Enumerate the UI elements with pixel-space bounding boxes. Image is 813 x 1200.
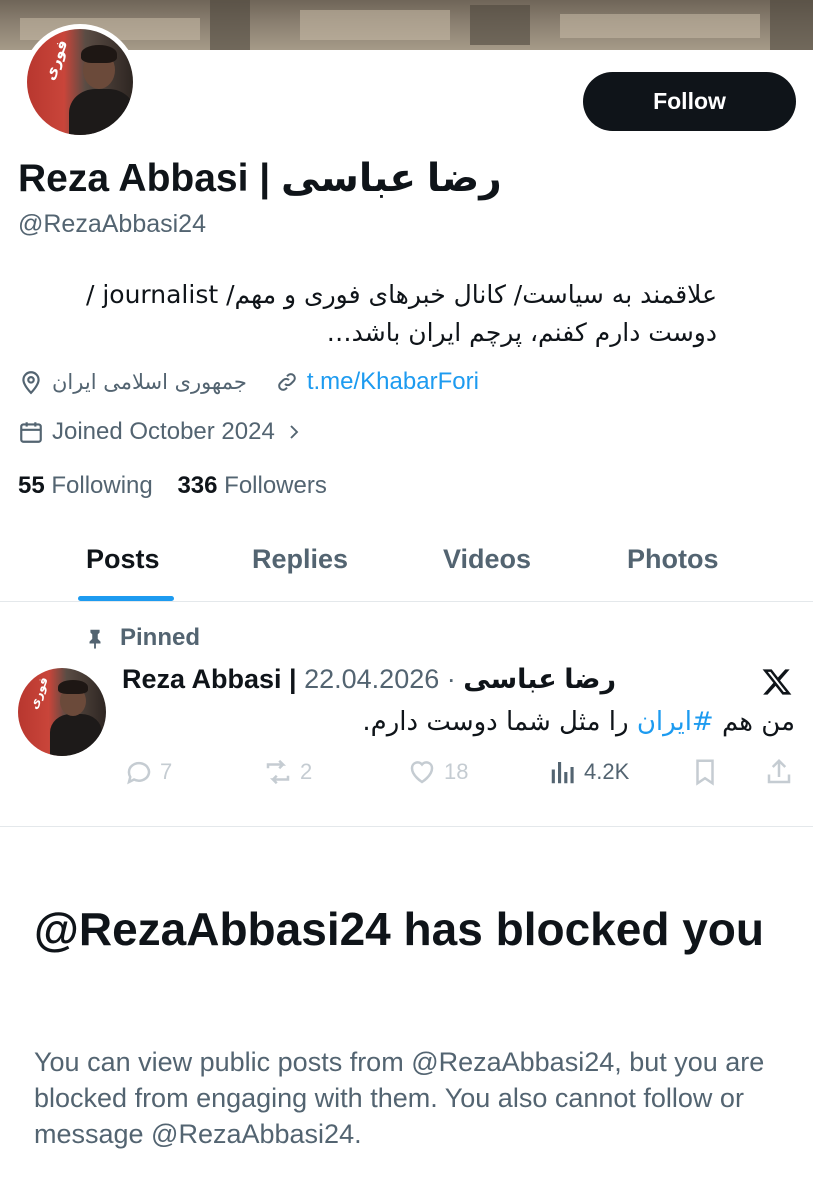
- blocked-title: @RezaAbbasi24 has blocked you: [34, 903, 764, 955]
- post-text: من هم #ایران را مثل شما دوست دارم.: [362, 707, 795, 737]
- profile-meta-location-link: جمهوری اسلامی ایران t.me/KhabarFori: [18, 368, 479, 396]
- tab-posts[interactable]: Posts: [86, 544, 160, 575]
- profile-avatar[interactable]: فوری: [22, 24, 138, 140]
- share-button[interactable]: [764, 757, 800, 787]
- blocked-description: You can view public posts from @RezaAbba…: [34, 1047, 765, 1149]
- reply-icon: [127, 761, 151, 785]
- avatar-image: فوری: [27, 29, 133, 135]
- x-logo-icon: [762, 669, 792, 695]
- views-button[interactable]: 4.2K: [548, 757, 629, 787]
- post-header: Reza Abbasi | رضا عباسی · 22.04.2026: [122, 664, 616, 695]
- followers-stat[interactable]: 336 Followers: [177, 472, 326, 499]
- bio-line: دوست دارم کفنم، پرچم ایران باشد…: [326, 318, 717, 347]
- pinned-label: Pinned: [84, 624, 200, 652]
- pin-icon: [89, 629, 101, 649]
- calendar-icon: [20, 422, 42, 443]
- avatar-logo-text: فوری: [26, 674, 51, 712]
- chevron-right-icon: [290, 425, 299, 439]
- location-text: جمهوری اسلامی ایران: [52, 370, 247, 394]
- tab-replies[interactable]: Replies: [252, 544, 348, 575]
- section-divider: [0, 826, 813, 827]
- tab-photos[interactable]: Photos: [627, 544, 719, 575]
- post-date[interactable]: · 22.04.2026: [304, 664, 456, 694]
- post-author-avatar[interactable]: فوری: [18, 668, 106, 756]
- location-pin-icon: [22, 371, 40, 395]
- repost-icon: [266, 759, 290, 785]
- follow-stats: 55 Following 336 Followers: [18, 472, 327, 500]
- joined-date: Joined October 2024: [52, 418, 275, 445]
- reply-button[interactable]: 7: [124, 757, 172, 787]
- repost-button[interactable]: 2: [262, 757, 312, 787]
- like-icon: [410, 761, 434, 784]
- follow-button[interactable]: Follow: [583, 72, 796, 131]
- profile-link[interactable]: t.me/KhabarFori: [307, 368, 479, 396]
- active-tab-indicator: [78, 596, 174, 601]
- display-name: Reza Abbasi | رضا عباسی: [18, 157, 502, 200]
- joined-row[interactable]: Joined October 2024: [18, 418, 303, 446]
- profile-bio: علاقمند به سیاست/ کانال خبرهای فوری و مه…: [17, 276, 717, 352]
- following-stat[interactable]: 55 Following: [18, 472, 153, 499]
- user-handle: @RezaAbbasi24: [18, 210, 206, 238]
- bookmark-button[interactable]: [690, 757, 726, 787]
- views-icon: [551, 762, 574, 784]
- post-actions: 7 2 18 4.2K: [0, 757, 813, 793]
- share-icon: [767, 758, 791, 784]
- profile-tabs: Posts Replies Videos Photos: [0, 530, 813, 602]
- bio-line: علاقمند به سیاست/ کانال خبرهای فوری و مه…: [85, 280, 717, 309]
- tab-videos[interactable]: Videos: [443, 544, 531, 575]
- like-button[interactable]: 18: [406, 757, 468, 787]
- link-icon: [278, 373, 296, 391]
- hashtag-link[interactable]: #ایران: [637, 707, 714, 737]
- avatar-logo-text: فوری: [40, 37, 72, 83]
- bookmark-icon: [696, 759, 714, 786]
